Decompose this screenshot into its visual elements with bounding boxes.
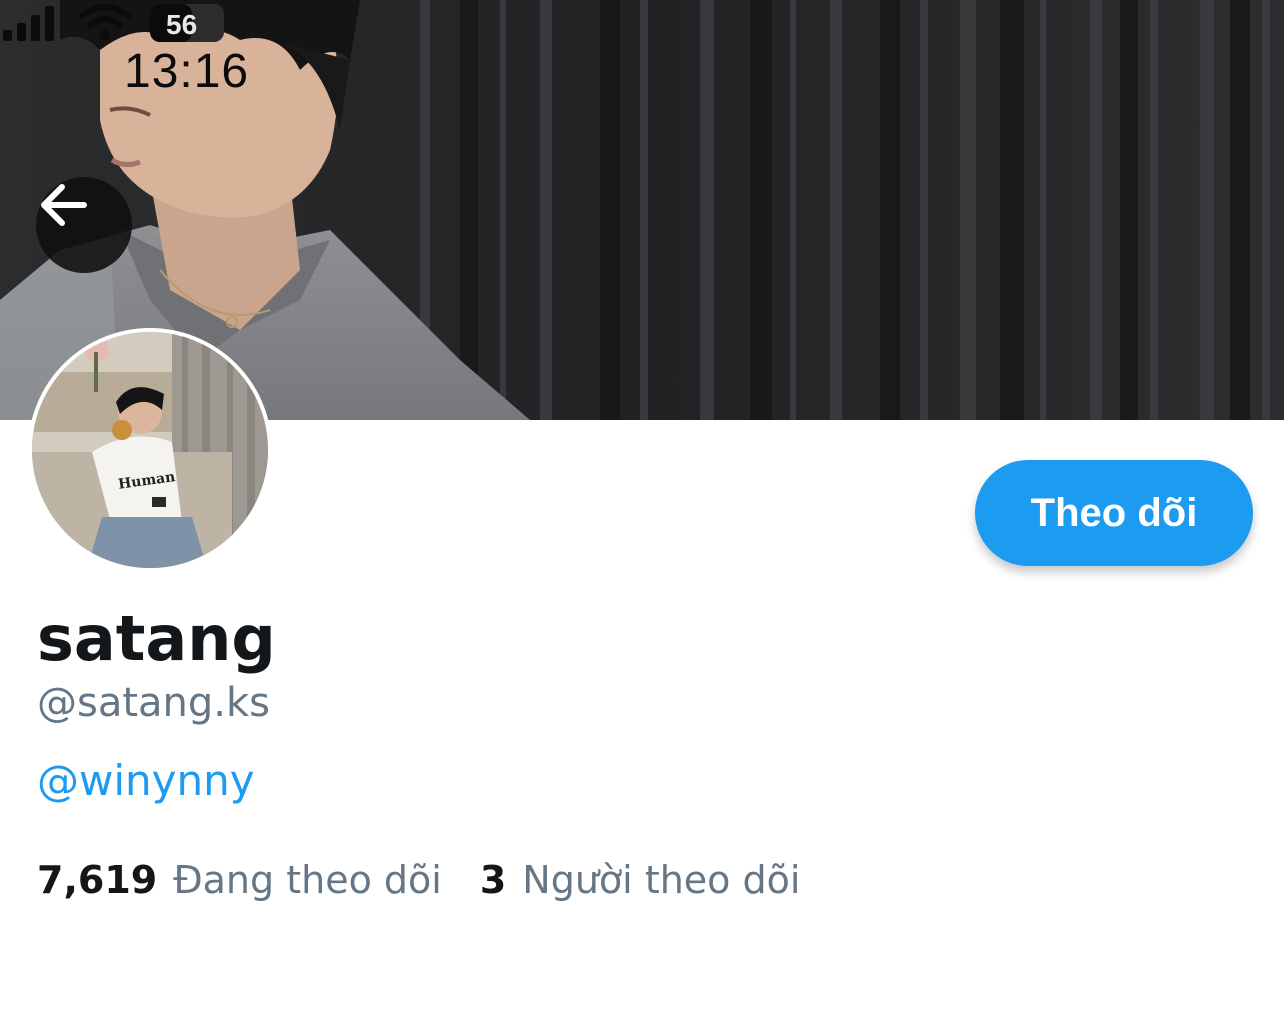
status-time: 13:16 [124, 45, 250, 98]
follow-button[interactable]: Theo dõi [975, 460, 1253, 566]
following-label: Đang theo dõi [173, 858, 442, 902]
followers-count: 3 [479, 858, 507, 902]
arrow-left-icon [41, 184, 87, 226]
signal-icon [3, 6, 54, 41]
following-stat[interactable]: 7,619 Đang theo dõi [37, 858, 442, 902]
avatar-image: Human [32, 332, 268, 568]
following-count: 7,619 [37, 858, 158, 902]
status-icons: 56 [3, 4, 224, 42]
user-handle: @satang.ks [37, 680, 271, 726]
wifi-icon [79, 4, 131, 40]
back-button[interactable] [36, 177, 132, 273]
svg-text:56: 56 [166, 9, 197, 40]
battery-icon: 56 [150, 4, 224, 42]
followers-stat[interactable]: 3 Người theo dõi [480, 858, 801, 902]
follow-stats: 7,619 Đang theo dõi 3 Người theo dõi [37, 858, 800, 902]
followers-label: Người theo dõi [522, 858, 801, 902]
display-name: satang [37, 602, 276, 675]
avatar[interactable]: Human [28, 328, 272, 572]
bio-mention-link[interactable]: @winynny [37, 756, 255, 805]
